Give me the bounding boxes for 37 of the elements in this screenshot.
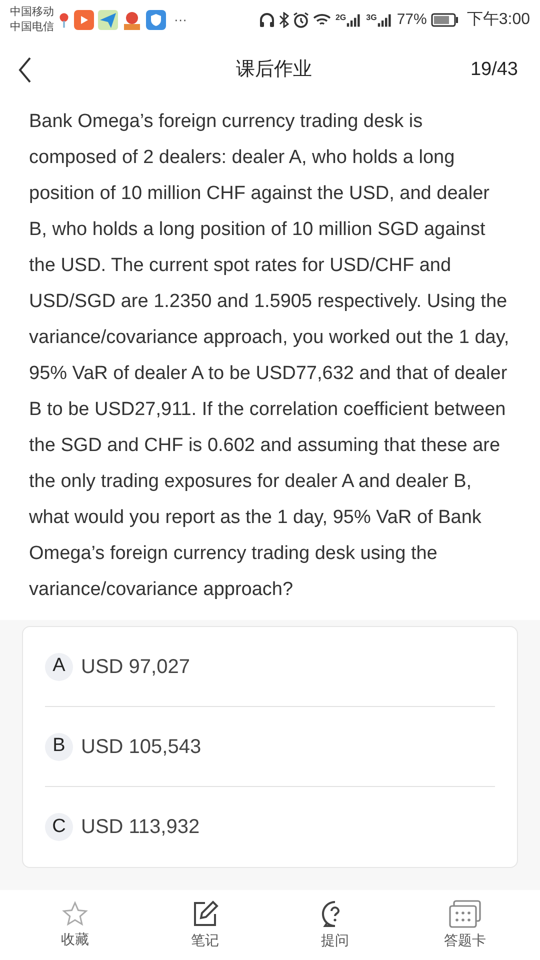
option-letter: C [45, 813, 73, 841]
play-app-icon [74, 10, 94, 30]
app-icon [122, 10, 142, 30]
nav-tab[interactable]: 提问 [290, 900, 380, 950]
signal-icon [346, 14, 362, 26]
network-type: 2G [335, 14, 346, 22]
carrier-name: 中国电信 [10, 20, 54, 35]
nav-tab[interactable]: 收藏 [30, 900, 120, 950]
option-text: USD 105,543 [81, 734, 202, 760]
option-text: USD 113,932 [81, 815, 200, 840]
network-type: 3G [366, 14, 377, 22]
question-text: Bank Omega’s foreign currency trading desk is composed of 2 dealers: dealer A, who holds a long position of 10 million CHF against the USD, and dealer B, who holds a long position of 10 million SGD against the USD. The current spot rates for USD/CHF and USD/SGD are 1.2350 and 1.5905 respectively. Using the variance/covariance approach, you worked out the 1 day, 95% VaR of dealer A to be USD77,632 and that of dealer B to be USD27,911. If the correlation coefficient between the SGD and CHF is 0.602 and assuming that these are the only trading exposures for dealer A and dealer B, what would you report as the 1 day, 95% VaR of Bank Omega’s foreign currency trading desk using the variance/covariance approach? [29, 110, 510, 602]
answer-option[interactable]: C USD 113,932 [45, 787, 495, 867]
nav-tab[interactable]: 笔记 [160, 900, 250, 950]
star-icon [62, 900, 88, 926]
paper-plane-icon [98, 10, 118, 30]
more-notifications: ··· [174, 11, 187, 30]
clock-time: 下午3:00 [466, 10, 530, 30]
wifi-icon [313, 13, 332, 27]
shield-icon [146, 10, 166, 30]
option-letter: A [45, 652, 73, 680]
answer-option[interactable]: A USD 97,027 [45, 627, 495, 707]
edit-icon [191, 900, 219, 928]
headphones-icon [259, 12, 276, 28]
page-title: 课后作业 [236, 58, 312, 82]
signal-icon [376, 14, 393, 26]
answer-option[interactable]: B USD 105,543 [45, 707, 495, 787]
bluetooth-icon [279, 12, 290, 28]
battery-icon [430, 13, 459, 27]
alarm-clock-icon [293, 12, 310, 28]
location-pin-icon [58, 11, 70, 29]
answer-card-icon [449, 900, 481, 928]
option-text: USD 97,027 [81, 654, 190, 680]
carrier-name: 中国移动 [10, 5, 54, 20]
option-letter: B [45, 732, 73, 760]
battery-percent: 77% [396, 10, 427, 30]
nav-tab[interactable]: 答题卡 [420, 900, 510, 950]
